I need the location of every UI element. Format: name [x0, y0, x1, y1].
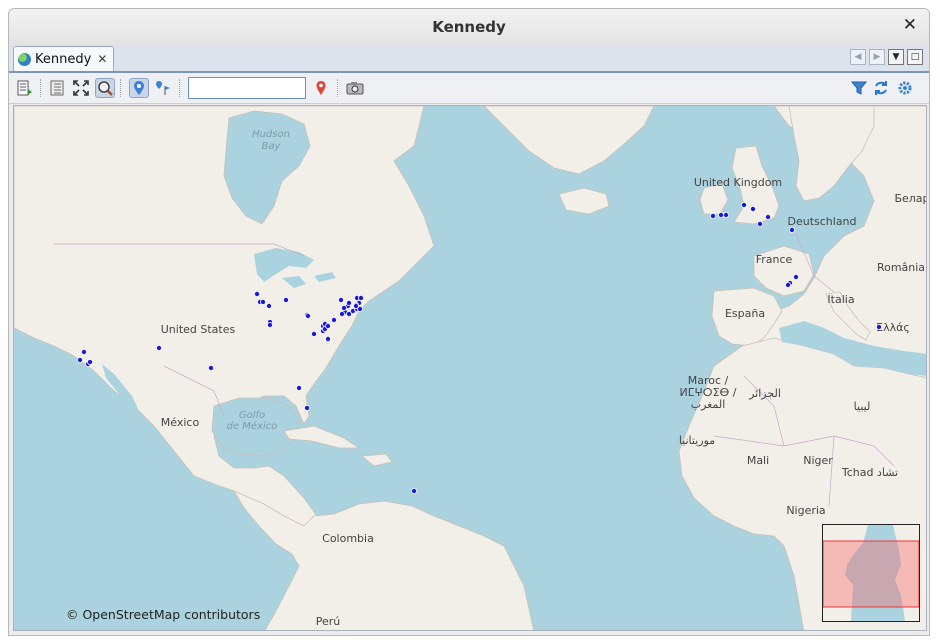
toolbar-separator [179, 79, 181, 97]
map-marker[interactable] [81, 348, 88, 355]
label-mexico: México [161, 416, 200, 429]
map-marker[interactable] [765, 214, 772, 221]
label-mauritania: موريتانيا [679, 434, 715, 447]
map-marker[interactable] [352, 302, 359, 309]
map-marker[interactable] [741, 202, 748, 209]
red-pin-icon[interactable] [311, 78, 331, 98]
layer-tree-icon[interactable] [47, 78, 67, 98]
label-france: France [756, 253, 793, 266]
map-marker[interactable] [876, 323, 883, 330]
map-view[interactable]: Hudson Bay Golfo de México United States… [13, 105, 927, 631]
label-colombia: Colombia [322, 532, 374, 545]
tab-close-icon[interactable]: ✕ [97, 52, 107, 66]
map-marker[interactable] [304, 312, 311, 319]
map-marker[interactable] [303, 404, 310, 411]
window-title: Kennedy [432, 18, 506, 36]
toolbar-separator [40, 79, 42, 97]
close-icon[interactable]: ✕ [903, 15, 917, 35]
map-marker[interactable] [259, 298, 266, 305]
map-attribution: © OpenStreetMap contributors [66, 607, 261, 622]
label-hudson: Hudson [252, 129, 290, 140]
tab-menu-icon[interactable]: ▼ [888, 49, 904, 65]
map-marker[interactable] [338, 310, 345, 317]
globe-icon [18, 52, 31, 66]
map-marker[interactable] [295, 384, 302, 391]
app-window: Kennedy ✕ Kennedy ✕ ◀ ▶ ▼ □ Hudson Bay G… [8, 8, 930, 636]
label-united-kingdom: United Kingdom [694, 176, 782, 189]
map-marker[interactable] [750, 206, 757, 213]
label-morocco-3: المغرب [691, 398, 726, 411]
map-marker[interactable] [330, 316, 337, 323]
search-input[interactable] [188, 77, 306, 99]
toolbar-separator [120, 79, 122, 97]
map-marker[interactable] [785, 281, 792, 288]
label-mali: Mali [747, 454, 769, 467]
map-marker[interactable] [265, 302, 272, 309]
gear-icon[interactable] [895, 78, 915, 98]
overview-minimap[interactable] [822, 524, 920, 622]
label-algeria: الجزائر [748, 387, 781, 400]
label-italia: Italia [827, 293, 854, 306]
map-marker[interactable] [310, 330, 317, 337]
label-peru: Perú [316, 615, 341, 628]
label-united-states: United States [161, 323, 236, 336]
tab-strip: Kennedy ✕ ◀ ▶ ▼ □ [9, 45, 929, 73]
minimap-viewport[interactable] [823, 540, 919, 608]
map-marker[interactable] [87, 358, 94, 365]
label-nigeria: Nigeria [786, 504, 825, 517]
label-tchad: Tchad تشاد [841, 466, 898, 479]
tab-prev-icon[interactable]: ◀ [850, 49, 866, 65]
camera-icon[interactable] [345, 78, 365, 98]
map-marker[interactable] [324, 335, 331, 342]
label-deutschland: Deutschland [787, 215, 856, 228]
label-espana: España [725, 307, 765, 320]
map-marker[interactable] [793, 273, 800, 280]
zoom-icon[interactable] [95, 78, 115, 98]
map-marker[interactable] [718, 212, 725, 219]
label-golfo: Golfo [239, 410, 265, 421]
fullscreen-icon[interactable] [71, 78, 91, 98]
map-marker[interactable] [324, 322, 331, 329]
map-marker[interactable] [155, 344, 162, 351]
map-marker[interactable] [77, 356, 84, 363]
map-marker[interactable] [723, 212, 730, 219]
map-toolbar [9, 73, 929, 104]
refresh-icon[interactable] [871, 78, 891, 98]
maximize-icon[interactable]: □ [907, 49, 923, 65]
map-marker[interactable] [710, 213, 717, 220]
tab-next-icon[interactable]: ▶ [869, 49, 885, 65]
title-bar: Kennedy ✕ [9, 9, 929, 46]
map-marker[interactable] [345, 299, 352, 306]
map-marker[interactable] [410, 487, 417, 494]
map-marker[interactable] [266, 321, 273, 328]
map-marker[interactable] [757, 221, 764, 228]
tab-kennedy[interactable]: Kennedy ✕ [13, 46, 115, 71]
map-marker[interactable] [207, 364, 214, 371]
toolbar-separator [337, 79, 339, 97]
label-niger: Niger [803, 454, 833, 467]
label-de-mexico: de México [227, 420, 278, 432]
map-marker[interactable] [789, 227, 796, 234]
tab-label: Kennedy [35, 51, 92, 67]
location-pin-icon[interactable] [129, 78, 149, 98]
map-marker[interactable] [340, 304, 347, 311]
layer-list-icon[interactable] [15, 78, 35, 98]
map-marker[interactable] [253, 290, 260, 297]
label-bay: Bay [262, 141, 282, 152]
map-marker[interactable] [357, 294, 364, 301]
label-romania: România [877, 261, 925, 274]
map-canvas[interactable]: Hudson Bay Golfo de México United States… [14, 106, 927, 631]
label-libya: ليبيا [854, 400, 871, 413]
map-marker[interactable] [282, 296, 289, 303]
tab-navigation: ◀ ▶ ▼ □ [850, 49, 923, 65]
filter-icon[interactable] [849, 78, 869, 98]
label-belarus: Белар [894, 192, 927, 205]
route-flag-icon[interactable] [153, 78, 173, 98]
map-marker[interactable] [337, 296, 344, 303]
